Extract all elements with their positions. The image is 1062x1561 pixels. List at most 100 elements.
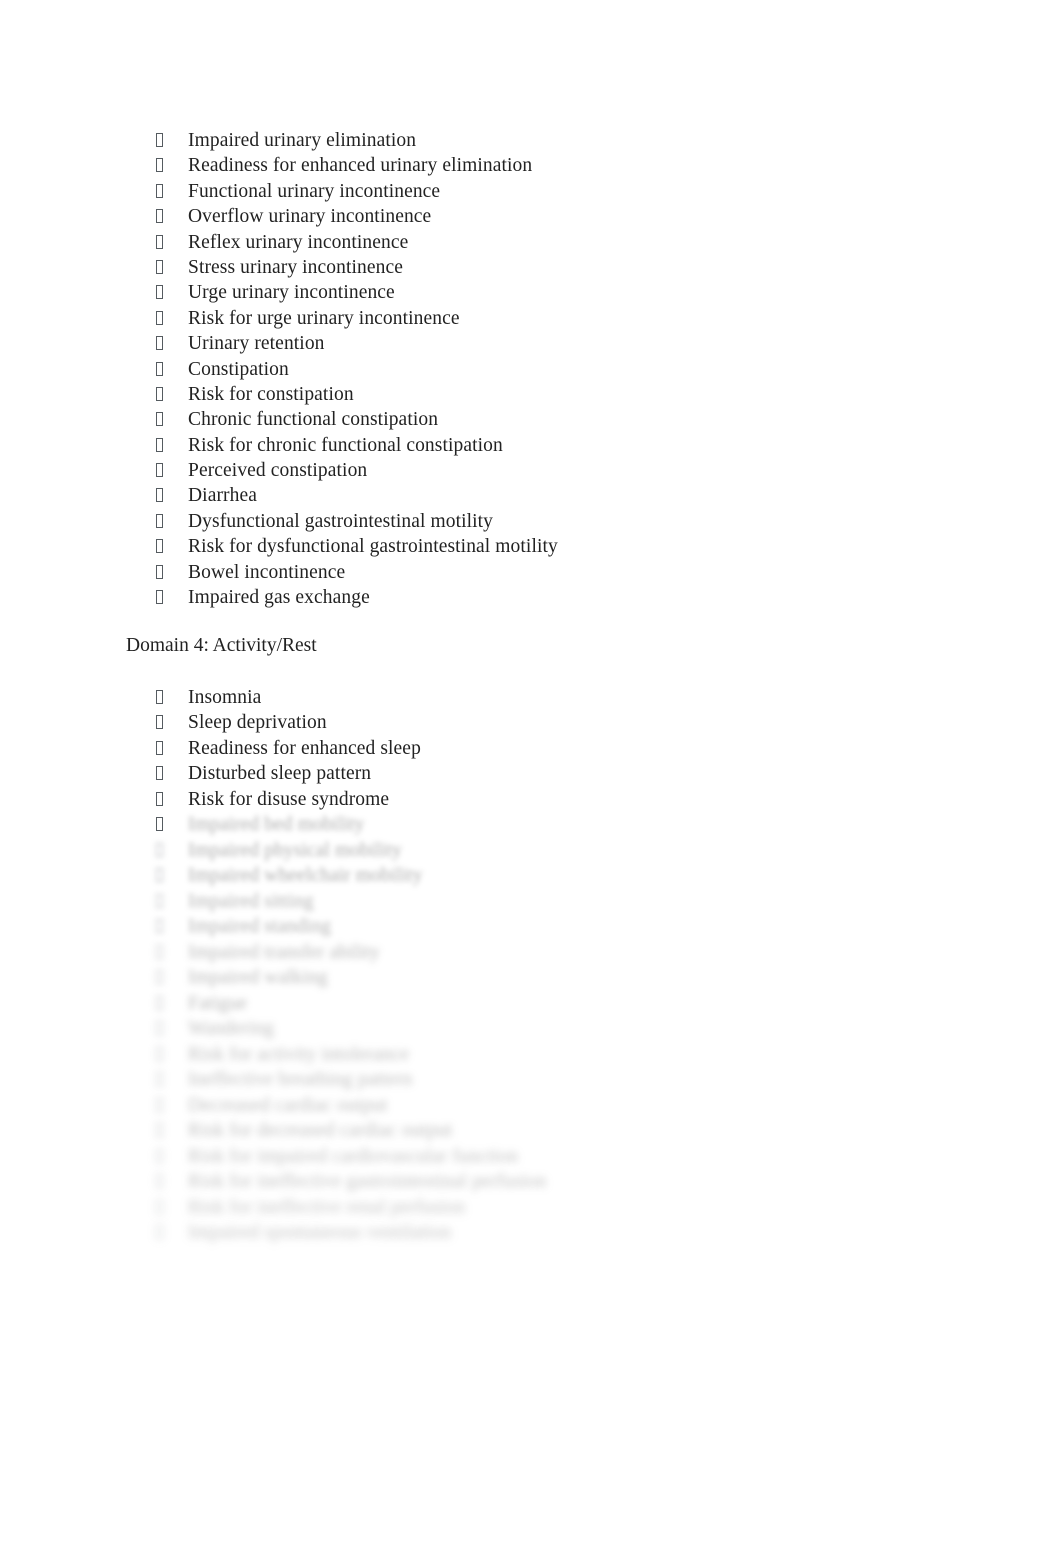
list-item: Impaired physical mobility <box>0 838 1062 864</box>
list-item-label: Impaired spontaneous ventilation <box>188 1222 452 1243</box>
list-bullet-icon <box>156 1225 163 1239</box>
list-item-label: Perceived constipation <box>188 460 368 482</box>
list-bullet-icon <box>156 919 163 933</box>
list-item-label: Decreased cardiac output <box>188 1094 388 1116</box>
list-bullet-icon <box>156 740 163 755</box>
list-item-label: Constipation <box>188 358 289 380</box>
list-bullet-icon <box>156 488 163 503</box>
list-item: Risk for constipation <box>0 382 1062 407</box>
list-bullet-icon <box>156 791 163 806</box>
list-item-label: Wandering <box>188 1018 274 1039</box>
list-item: Risk for decreased cardiac output <box>0 1118 1062 1144</box>
list-bullet-icon <box>156 539 163 554</box>
list-bullet-icon <box>156 1021 163 1035</box>
list-bullet-icon <box>156 1046 163 1061</box>
list-item-label: Readiness for enhanced urinary eliminati… <box>188 155 533 177</box>
list-bullet-icon <box>156 1072 163 1086</box>
list-item: Risk for disuse syndrome <box>0 787 1062 812</box>
list-item-label: Overflow urinary incontinence <box>188 206 432 228</box>
list-bullet-icon <box>156 336 163 351</box>
list-item: Risk for ineffective renal perfusion <box>0 1195 1062 1221</box>
list-item: Urge urinary incontinence <box>0 280 1062 305</box>
list-item-label: Fatigue <box>188 992 248 1014</box>
list-item: Impaired bed mobility <box>0 812 1062 838</box>
list-item: Impaired standing <box>0 914 1062 940</box>
list-item-label: Impaired walking <box>188 967 328 988</box>
list-bullet-icon <box>156 183 163 198</box>
list-item-label: Urge urinary incontinence <box>188 282 395 304</box>
list-item-label: Sleep deprivation <box>188 712 327 734</box>
list-item-label: Chronic functional constipation <box>188 409 439 431</box>
list-item: Impaired sitting <box>0 889 1062 915</box>
list-bullet-icon <box>156 766 163 781</box>
list-item-label: Urinary retention <box>188 333 325 355</box>
document-page: Impaired urinary elimination Readiness fo… <box>0 0 1062 1561</box>
list-bullet-icon <box>156 259 163 274</box>
list-bullet-icon <box>156 361 163 376</box>
list-item: Perceived constipation <box>0 458 1062 483</box>
list-item: Risk for activity intolerance <box>0 1042 1062 1068</box>
list-item: Stress urinary incontinence <box>0 255 1062 280</box>
list-item-label: Impaired sitting <box>188 890 314 912</box>
list-item: Risk for dysfunctional gastrointestinal … <box>0 534 1062 559</box>
list-item: Risk for impaired cardiovascular functio… <box>0 1144 1062 1170</box>
list-item: Impaired urinary elimination <box>0 128 1062 153</box>
list-item: Constipation <box>0 357 1062 382</box>
list-item-label: Risk for impaired cardiovascular functio… <box>188 1145 519 1167</box>
list-item-label: Impaired wheelchair mobility <box>188 865 423 886</box>
list-item: Readiness for enhanced sleep <box>0 736 1062 761</box>
list-item: Impaired gas exchange <box>0 585 1062 610</box>
list-bullet-icon <box>156 158 163 173</box>
list-item: Decreased cardiac output <box>0 1093 1062 1119</box>
list-item: Wandering <box>0 1016 1062 1042</box>
list-item-label: Impaired bed mobility <box>188 814 365 835</box>
list-bullet-icon <box>156 842 163 857</box>
list-bullet-icon <box>156 1174 163 1188</box>
list-item: Risk for chronic functional constipation <box>0 433 1062 458</box>
list-item: Functional urinary incontinence <box>0 179 1062 204</box>
list-item-label: Risk for ineffective gastrointestinal pe… <box>188 1171 547 1192</box>
list-item: Readiness for enhanced urinary eliminati… <box>0 153 1062 178</box>
list-item: Reflex urinary incontinence <box>0 230 1062 255</box>
list-bullet-icon <box>156 715 163 730</box>
list-item-label: Reflex urinary incontinence <box>188 231 409 253</box>
list-item-label: Diarrhea <box>188 485 258 507</box>
list-bullet-icon <box>156 944 163 959</box>
list-bullet-icon <box>156 234 163 249</box>
list-bullet-icon <box>156 1199 163 1214</box>
obscured-diagnoses-list: Impaired bed mobility Impaired physical m… <box>0 812 1062 1246</box>
list-bullet-icon <box>156 1148 163 1163</box>
list-bullet-icon <box>156 463 163 478</box>
list-item: Risk for ineffective gastrointestinal pe… <box>0 1169 1062 1195</box>
list-item-label: Impaired urinary elimination <box>188 130 417 151</box>
domain-heading: Domain 4: Activity/Rest <box>126 635 317 656</box>
list-item-label: Disturbed sleep pattern <box>188 763 372 785</box>
list-item-label: Ineffective breathing pattern <box>188 1069 413 1090</box>
list-bullet-icon <box>156 893 163 908</box>
list-item-label: Dysfunctional gastrointestinal motility <box>188 510 494 532</box>
list-item-label: Risk for dysfunctional gastrointestinal … <box>188 536 558 558</box>
list-bullet-icon <box>156 412 163 427</box>
list-bullet-icon <box>156 386 163 401</box>
list-item: Ineffective breathing pattern <box>0 1067 1062 1093</box>
list-bullet-icon <box>156 868 163 882</box>
list-item-label: Risk for urge urinary incontinence <box>188 307 460 329</box>
list-item: Fatigue <box>0 991 1062 1017</box>
list-bullet-icon <box>156 437 163 452</box>
list-bullet-icon <box>156 513 163 528</box>
list-item-label: Risk for activity intolerance <box>188 1043 410 1065</box>
list-bullet-icon <box>156 590 163 605</box>
list-bullet-icon <box>156 310 163 325</box>
list-item: Disturbed sleep pattern <box>0 761 1062 786</box>
list-item: Impaired spontaneous ventilation <box>0 1220 1062 1246</box>
list-bullet-icon <box>156 133 163 147</box>
list-item-label: Insomnia <box>188 687 262 708</box>
list-bullet-icon <box>156 970 163 984</box>
list-item-label: Stress urinary incontinence <box>188 256 403 278</box>
list-bullet-icon <box>156 285 163 300</box>
list-bullet-icon <box>156 995 163 1010</box>
nursing-diagnoses-list-domain4: Insomnia Sleep deprivation Readiness for e… <box>0 685 1062 812</box>
list-item-label: Risk for constipation <box>188 383 354 405</box>
list-item: Risk for urge urinary incontinence <box>0 306 1062 331</box>
list-item-label: Risk for ineffective renal perfusion <box>188 1196 466 1218</box>
